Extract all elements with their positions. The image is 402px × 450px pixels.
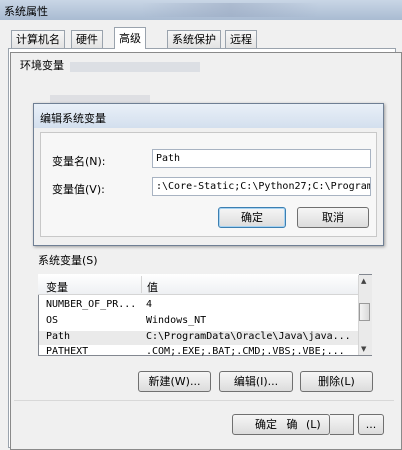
edit-variable-button[interactable]: 编辑(I)... bbox=[219, 371, 293, 392]
table-header bbox=[38, 274, 359, 295]
table-row[interactable]: NUMBER_OF_PR... 4 bbox=[39, 299, 359, 313]
row-value: .COM;.EXE;.BAT;.CMD;.VBS;.VBE;... bbox=[146, 346, 345, 356]
tab-advanced[interactable]: 高级 bbox=[114, 27, 146, 49]
tab-remote[interactable]: 远程 bbox=[225, 30, 257, 48]
edit-ok-button[interactable]: 确定 bbox=[218, 207, 286, 228]
variable-name-input[interactable]: Path bbox=[152, 149, 371, 168]
env-ok-label: 确定 bbox=[255, 418, 277, 431]
table-row[interactable]: OS Windows_NT bbox=[39, 315, 359, 329]
edit-cancel-button[interactable]: 取消 bbox=[297, 207, 369, 228]
env-cancel-label: 确 bbox=[286, 418, 298, 431]
scroll-up-icon[interactable]: ▲ bbox=[361, 277, 366, 285]
tab-computer-name[interactable]: 计算机名 bbox=[11, 30, 65, 48]
variable-value-label: 变量值(V): bbox=[52, 183, 105, 196]
scrollbar-thumb[interactable] bbox=[359, 303, 370, 321]
divider bbox=[14, 400, 394, 401]
tab-system-protection[interactable]: 系统保护 bbox=[167, 30, 221, 48]
env-cancel-button[interactable] bbox=[330, 414, 354, 435]
background-blur bbox=[70, 62, 200, 72]
apply-button[interactable]: ... bbox=[358, 414, 384, 435]
row-variable: OS bbox=[46, 315, 59, 326]
system-properties-title: 系统属性 bbox=[4, 5, 48, 18]
new-variable-button[interactable]: 新建(W)... bbox=[138, 371, 211, 392]
column-header-variable[interactable]: 变量 bbox=[46, 279, 68, 295]
cancel-accelerator-label: (L) bbox=[306, 418, 321, 431]
row-variable: NUMBER_OF_PR... bbox=[46, 299, 137, 310]
scroll-down-icon[interactable]: ▼ bbox=[361, 345, 366, 353]
system-variables-label: 系统变量(S) bbox=[38, 254, 98, 267]
variable-name-label: 变量名(N): bbox=[52, 155, 106, 168]
column-header-value[interactable]: 值 bbox=[147, 279, 158, 295]
background-blur bbox=[140, 3, 320, 17]
column-divider bbox=[141, 276, 142, 293]
row-value: Windows_NT bbox=[146, 315, 207, 326]
tab-hardware[interactable]: 硬件 bbox=[71, 30, 103, 48]
environment-variables-title: 环境变量 bbox=[20, 59, 64, 72]
row-value: 4 bbox=[146, 299, 153, 310]
row-variable: Path bbox=[46, 331, 71, 342]
table-row-selected[interactable]: Path C:\ProgramData\Oracle\Java\java... bbox=[39, 331, 359, 345]
row-variable: PATHEXT bbox=[46, 346, 89, 356]
delete-variable-button[interactable]: 删除(L) bbox=[300, 371, 373, 392]
edit-dialog-title: 编辑系统变量 bbox=[40, 112, 106, 125]
row-value: C:\ProgramData\Oracle\Java\java... bbox=[146, 331, 351, 342]
table-row[interactable]: PATHEXT .COM;.EXE;.BAT;.CMD;.VBS;.VBE;..… bbox=[39, 346, 359, 356]
variable-value-input[interactable]: :\Core-Static;C:\Python27;C:\Program bbox=[152, 177, 371, 196]
